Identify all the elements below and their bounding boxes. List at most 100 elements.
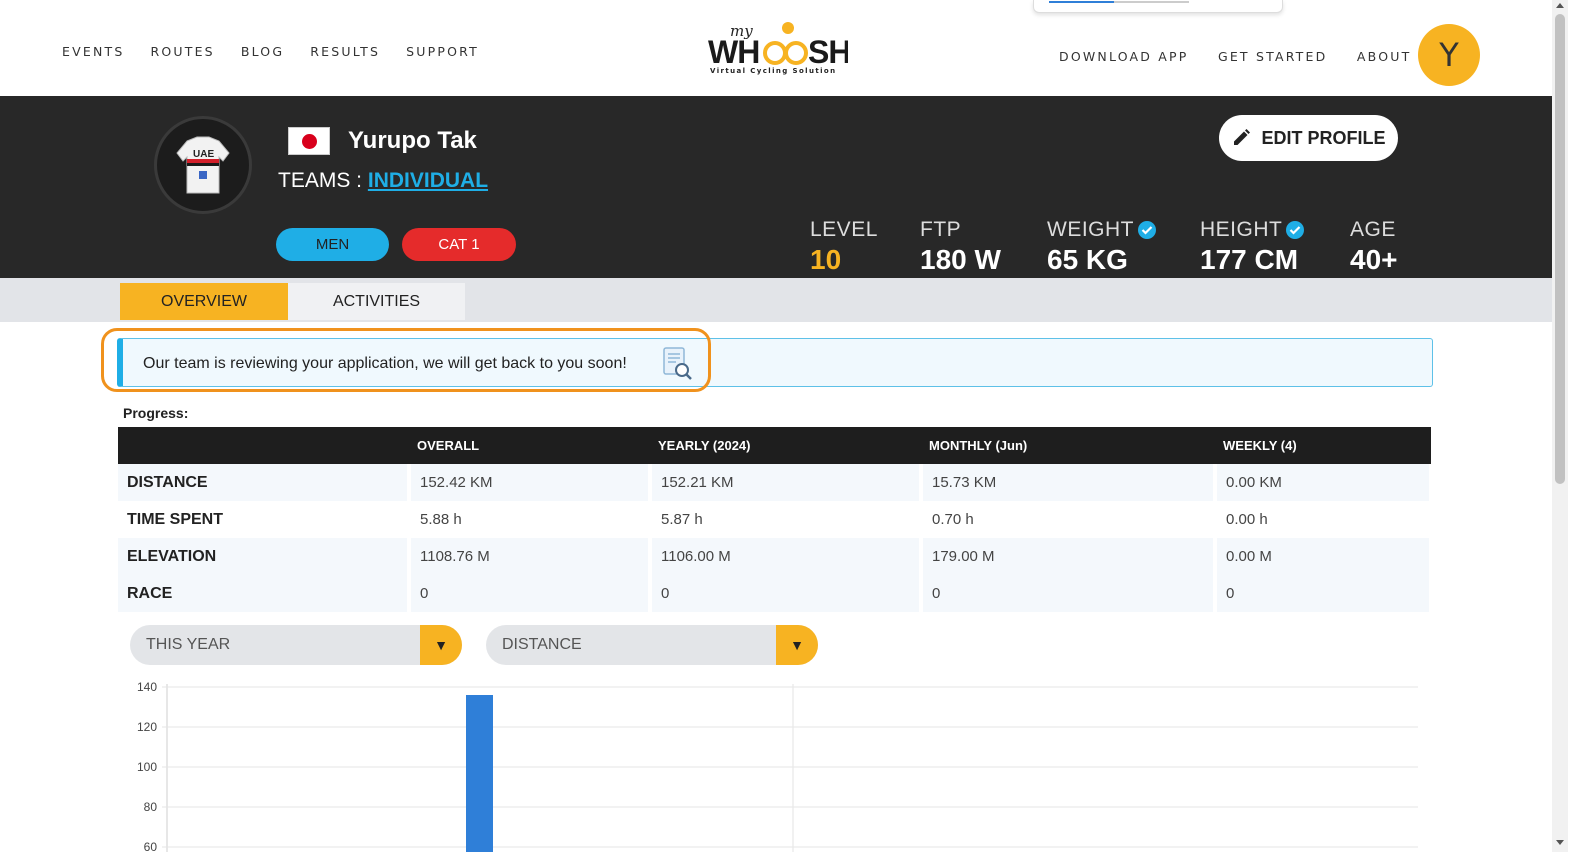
nav-get-started[interactable]: GET STARTED bbox=[1218, 49, 1327, 64]
table-header: OVERALL bbox=[409, 427, 650, 464]
table-cell: 0.00 KM bbox=[1215, 464, 1433, 501]
nav-right: DOWNLOAD APP GET STARTED ABOUT US bbox=[1059, 48, 1464, 66]
row-header: ELEVATION bbox=[118, 538, 411, 575]
progress-label: Progress: bbox=[123, 405, 189, 421]
teams-label: TEAMS : bbox=[278, 169, 363, 192]
tab-overview[interactable]: OVERVIEW bbox=[120, 283, 288, 320]
stat-weight-label: WEIGHT bbox=[1047, 218, 1134, 241]
profile-picture[interactable]: UAE bbox=[154, 116, 252, 214]
chevron-down-icon[interactable]: ▼ bbox=[776, 625, 818, 665]
table-cell: 1108.76 M bbox=[409, 538, 652, 575]
vertical-scrollbar[interactable] bbox=[1552, 0, 1568, 852]
page: EVENTS ROUTES BLOG RESULTS SUPPORT my WH… bbox=[0, 0, 1575, 852]
stat-height-label: HEIGHT bbox=[1200, 218, 1283, 241]
table-cell: 0.00 M bbox=[1215, 538, 1433, 575]
table-cell: 0 bbox=[921, 575, 1217, 612]
profile-name: Yurupo Tak bbox=[348, 127, 477, 154]
scroll-down-arrow-icon[interactable] bbox=[1556, 840, 1564, 845]
y-tick-label: 60 bbox=[144, 840, 158, 852]
stat-ftp: FTP 180 W bbox=[920, 218, 1001, 276]
y-tick-label: 140 bbox=[137, 680, 157, 694]
stat-ftp-label: FTP bbox=[920, 218, 962, 241]
japan-flag-icon bbox=[288, 127, 330, 155]
period-select[interactable]: THIS YEAR ▼ bbox=[130, 625, 462, 665]
stat-age: AGE 40+ bbox=[1350, 218, 1398, 276]
stat-level-label: LEVEL bbox=[810, 218, 878, 241]
chart-bar[interactable] bbox=[466, 695, 493, 852]
row-header: DISTANCE bbox=[118, 464, 411, 501]
verified-check-icon bbox=[1286, 221, 1305, 239]
table-header: MONTHLY (Jun) bbox=[921, 427, 1215, 464]
table-header-row: OVERALL YEARLY (2024) MONTHLY (Jun) WEEK… bbox=[118, 427, 1431, 464]
dropdown-popup-fragment bbox=[1033, 0, 1283, 13]
mywhoosh-logo[interactable]: my WH SH Virtual Cycling Solution bbox=[708, 18, 848, 78]
table-header bbox=[118, 427, 409, 464]
logo-wordmark: WH bbox=[708, 34, 759, 70]
nav-download-app[interactable]: DOWNLOAD APP bbox=[1059, 49, 1189, 64]
user-avatar[interactable]: Y bbox=[1418, 24, 1480, 86]
nav-blog[interactable]: BLOG bbox=[241, 44, 284, 59]
pencil-icon bbox=[1234, 129, 1251, 145]
table-cell: 15.73 KM bbox=[921, 464, 1217, 501]
progress-table: OVERALL YEARLY (2024) MONTHLY (Jun) WEEK… bbox=[118, 427, 1433, 612]
stat-age-value: 40+ bbox=[1350, 244, 1398, 275]
gender-badge: MEN bbox=[276, 228, 389, 261]
logo-tagline: Virtual Cycling Solution bbox=[710, 67, 837, 75]
table-cell: 1106.00 M bbox=[650, 538, 923, 575]
stat-height: HEIGHT 177 CM bbox=[1200, 218, 1305, 276]
period-select-value: THIS YEAR bbox=[146, 636, 231, 653]
nav-left: EVENTS ROUTES BLOG RESULTS SUPPORT bbox=[62, 44, 505, 59]
table-row: DISTANCE 152.42 KM 152.21 KM 15.73 KM 0.… bbox=[118, 464, 1433, 501]
scroll-up-arrow-icon[interactable] bbox=[1556, 3, 1564, 8]
svg-text:UAE: UAE bbox=[193, 149, 214, 160]
category-badge: CAT 1 bbox=[402, 228, 516, 261]
jersey-icon: UAE bbox=[176, 136, 230, 194]
top-nav: EVENTS ROUTES BLOG RESULTS SUPPORT my WH… bbox=[0, 0, 1552, 96]
table-cell: 0 bbox=[409, 575, 652, 612]
chevron-down-icon[interactable]: ▼ bbox=[420, 625, 462, 665]
y-tick-label: 80 bbox=[144, 800, 158, 814]
nav-support[interactable]: SUPPORT bbox=[406, 44, 479, 59]
table-cell: 5.88 h bbox=[409, 501, 652, 538]
table-row: RACE 0 0 0 0 bbox=[118, 575, 1433, 612]
stat-ftp-value: 180 W bbox=[920, 244, 1001, 275]
table-header: WEEKLY (4) bbox=[1215, 427, 1431, 464]
table-row: ELEVATION 1108.76 M 1106.00 M 179.00 M 0… bbox=[118, 538, 1433, 575]
edit-profile-label: EDIT PROFILE bbox=[1261, 127, 1386, 148]
stat-weight: WEIGHT 65 KG bbox=[1047, 218, 1157, 276]
stat-level-value: 10 bbox=[810, 244, 842, 275]
distance-chart: 406080100120140 bbox=[137, 680, 1418, 852]
table-cell: 152.42 KM bbox=[409, 464, 652, 501]
metric-select-value: DISTANCE bbox=[502, 636, 582, 653]
table-cell: 152.21 KM bbox=[650, 464, 923, 501]
nav-events[interactable]: EVENTS bbox=[62, 44, 124, 59]
nav-routes[interactable]: ROUTES bbox=[150, 44, 214, 59]
stat-level: LEVEL 10 bbox=[810, 218, 878, 276]
stat-weight-value: 65 KG bbox=[1047, 244, 1128, 275]
table-row: TIME SPENT 5.88 h 5.87 h 0.70 h 0.00 h bbox=[118, 501, 1433, 538]
nav-results[interactable]: RESULTS bbox=[310, 44, 380, 59]
stat-age-label: AGE bbox=[1350, 218, 1396, 241]
metric-select[interactable]: DISTANCE ▼ bbox=[486, 625, 818, 665]
verified-check-icon bbox=[1138, 221, 1156, 239]
y-tick-label: 120 bbox=[137, 720, 157, 734]
tab-bar: OVERVIEW ACTIVITIES bbox=[0, 278, 1552, 322]
table-cell: 5.87 h bbox=[650, 501, 923, 538]
y-tick-label: 100 bbox=[137, 760, 157, 774]
table-cell: 179.00 M bbox=[921, 538, 1217, 575]
teams-line: TEAMS : INDIVIDUAL bbox=[278, 169, 488, 193]
table-cell: 0.00 h bbox=[1215, 501, 1433, 538]
tab-activities[interactable]: ACTIVITIES bbox=[288, 283, 465, 320]
alert-highlight-outline bbox=[101, 328, 711, 392]
stat-height-value: 177 CM bbox=[1200, 244, 1299, 275]
row-header: TIME SPENT bbox=[118, 501, 411, 538]
profile-header: UAE Yurupo Tak TEAMS : INDIVIDUAL MEN CA… bbox=[0, 96, 1552, 278]
edit-profile-button[interactable]: EDIT PROFILE bbox=[1219, 115, 1398, 161]
table-cell: 0.70 h bbox=[921, 501, 1217, 538]
table-cell: 0 bbox=[650, 575, 923, 612]
team-link[interactable]: INDIVIDUAL bbox=[368, 169, 488, 192]
svg-text:SH: SH bbox=[808, 34, 848, 70]
scrollbar-thumb[interactable] bbox=[1555, 14, 1565, 484]
table-cell: 0 bbox=[1215, 575, 1433, 612]
table-header: YEARLY (2024) bbox=[650, 427, 921, 464]
